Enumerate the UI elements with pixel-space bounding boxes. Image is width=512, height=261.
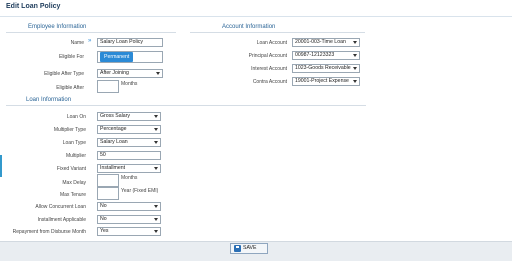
- left-accent-bar: [0, 155, 2, 177]
- chevron-down-icon: [353, 41, 357, 44]
- chevron-down-icon: [154, 141, 158, 144]
- interest-account-select[interactable]: 1023-Goods Receivable: [292, 64, 360, 73]
- multiplier-label: Multiplier: [65, 153, 86, 159]
- multiplier-type-value: Percentage: [100, 126, 127, 132]
- chevron-down-icon: [154, 205, 158, 208]
- max-tenure-suffix: Year (Fixed EMI): [121, 188, 159, 194]
- required-icon: »: [88, 38, 92, 44]
- loan-type-value: Salary Loan: [100, 139, 128, 145]
- loan-type-label: Loan Type: [62, 140, 86, 146]
- repayment-select[interactable]: Yes: [97, 227, 161, 236]
- save-disk-icon: [234, 245, 241, 252]
- max-delay-input[interactable]: [97, 174, 119, 187]
- chevron-down-icon: [154, 218, 158, 221]
- save-button-label: SAVE: [243, 245, 257, 251]
- contra-account-label: Contra Account: [252, 79, 287, 85]
- title-bar: Edit Loan Policy: [0, 0, 512, 17]
- allow-concurrent-select[interactable]: No: [97, 202, 161, 211]
- eligible-after-input[interactable]: [97, 80, 119, 93]
- allow-concurrent-label: Allow Concurrent Loan: [35, 204, 86, 210]
- interest-account-label: Interest Account: [251, 66, 287, 72]
- account-section-divider: [190, 32, 365, 33]
- installment-applicable-label: Installment Applicable: [37, 217, 86, 223]
- principal-account-value: 00987-12123323: [295, 52, 335, 58]
- loan-on-value: Gross Salary: [100, 113, 130, 119]
- contra-account-select[interactable]: 19001-Project Expense: [292, 77, 360, 86]
- chevron-down-icon: [154, 128, 158, 131]
- loan-on-select[interactable]: Gross Salary: [97, 112, 161, 121]
- interest-account-value: 1023-Goods Receivable: [295, 65, 351, 71]
- eligible-after-suffix: Months: [121, 81, 138, 87]
- fixed-variant-select[interactable]: Installment: [97, 164, 161, 173]
- loan-type-select[interactable]: Salary Loan: [97, 138, 161, 147]
- page-title: Edit Loan Policy: [6, 3, 61, 10]
- name-input[interactable]: Salary Loan Policy: [97, 38, 163, 47]
- fixed-variant-label: Fixed Variant: [56, 166, 86, 172]
- loan-account-select[interactable]: 20001-003-Time Loan: [292, 38, 360, 47]
- installment-applicable-select[interactable]: No: [97, 215, 161, 224]
- installment-applicable-value: No: [100, 216, 107, 222]
- save-button[interactable]: SAVE: [230, 243, 268, 254]
- chevron-down-icon: [353, 67, 357, 70]
- multiplier-input[interactable]: 50: [97, 151, 161, 160]
- max-delay-suffix: Months: [121, 175, 138, 181]
- max-tenure-label: Max Tenure: [59, 192, 86, 198]
- account-section-heading: Account Information: [222, 24, 276, 30]
- eligible-for-label: Eligible For: [58, 54, 84, 60]
- loan-account-label: Loan Account: [256, 40, 287, 46]
- fixed-variant-value: Installment: [100, 165, 126, 171]
- principal-account-select[interactable]: 00987-12123323: [292, 51, 360, 60]
- repayment-value: Yes: [100, 228, 109, 234]
- loan-section-heading: Loan Information: [26, 97, 72, 103]
- name-label: Name: [70, 40, 84, 46]
- employee-section-divider: [6, 32, 176, 33]
- eligible-after-type-label: Eligible After Type: [44, 71, 84, 77]
- repayment-label: Repayment from Disburse Month: [12, 229, 86, 235]
- eligible-after-type-select[interactable]: After Joining: [97, 69, 163, 78]
- multiplier-type-select[interactable]: Percentage: [97, 125, 161, 134]
- allow-concurrent-value: No: [100, 203, 107, 209]
- employee-section-heading: Employee Information: [28, 24, 87, 30]
- chevron-down-icon: [154, 115, 158, 118]
- contra-account-value: 19001-Project Expense: [295, 78, 349, 84]
- loan-account-value: 20001-003-Time Loan: [295, 39, 346, 45]
- principal-account-label: Principal Account: [248, 53, 287, 59]
- eligible-after-type-value: After Joining: [100, 70, 129, 76]
- max-tenure-input[interactable]: [97, 187, 119, 200]
- chevron-down-icon: [154, 230, 158, 233]
- loan-section-divider: [6, 105, 366, 106]
- multiplier-type-label: Multiplier Type: [53, 127, 86, 133]
- chevron-down-icon: [353, 54, 357, 57]
- eligible-after-label: Eligible After: [56, 85, 84, 91]
- loan-on-label: Loan On: [66, 114, 86, 120]
- chevron-down-icon: [353, 80, 357, 83]
- eligible-for-tag-permanent[interactable]: Permanent: [100, 52, 134, 62]
- chevron-down-icon: [156, 72, 160, 75]
- chevron-down-icon: [154, 167, 158, 170]
- max-delay-label: Max Delay: [62, 180, 86, 186]
